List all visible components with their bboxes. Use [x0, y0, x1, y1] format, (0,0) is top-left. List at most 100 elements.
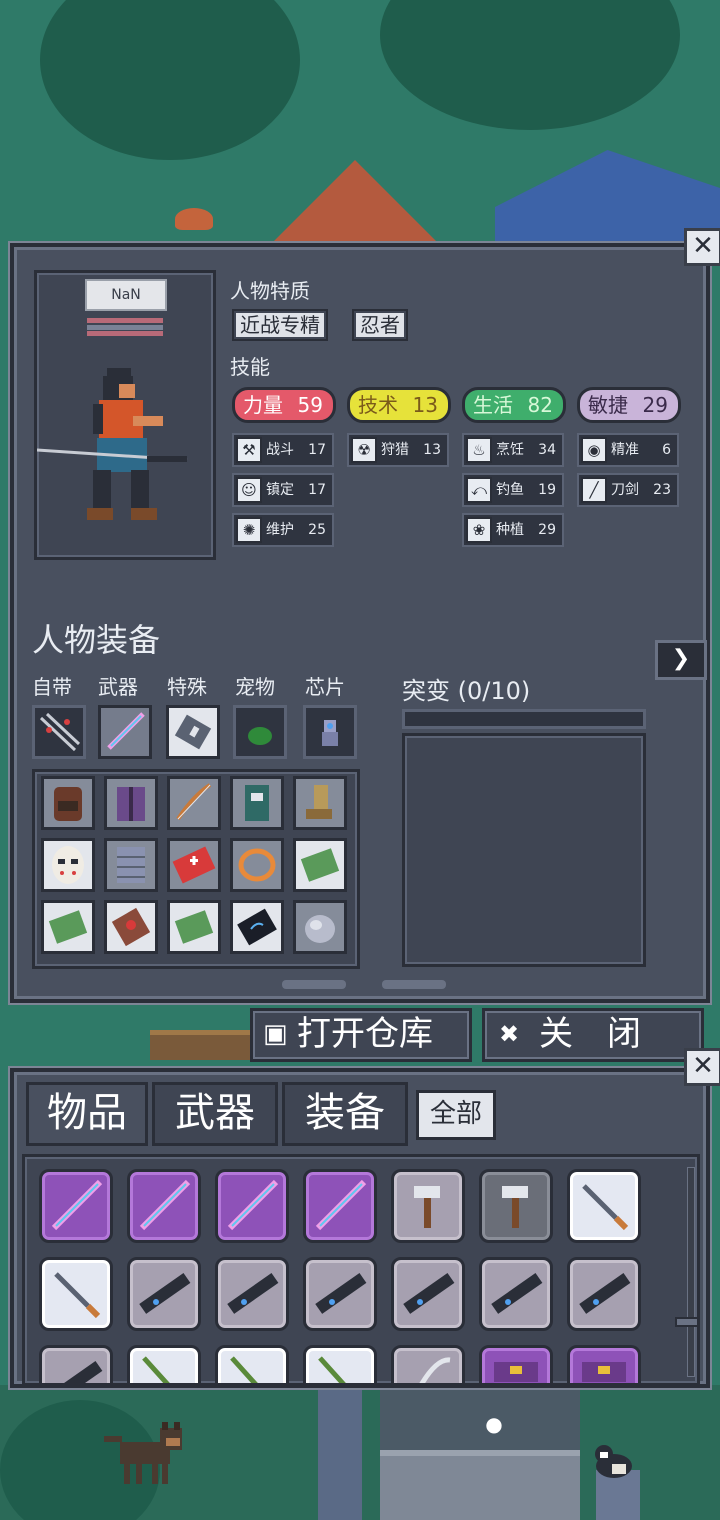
stat-value: 59: [297, 393, 323, 417]
skill-cooking[interactable]: ♨ 烹饪 34: [462, 433, 564, 467]
inventory-panel: 物品 武器 装备 全部: [10, 1068, 710, 1388]
book-slot[interactable]: [293, 838, 347, 892]
filter-all-button[interactable]: 全部: [416, 1090, 496, 1140]
dog-icon: [104, 1422, 182, 1484]
inventory-item[interactable]: [479, 1257, 553, 1331]
ring-slot[interactable]: [230, 838, 284, 892]
robot-chip-icon: [322, 720, 338, 746]
armor-icon: [245, 785, 269, 821]
inventory-item[interactable]: [479, 1345, 553, 1383]
inventory-item[interactable]: [303, 1345, 377, 1383]
mask-slot[interactable]: [41, 838, 95, 892]
close-character-panel-button[interactable]: ✕: [684, 228, 720, 266]
medkit-slot[interactable]: [167, 838, 221, 892]
plate-armor-slot[interactable]: [104, 838, 158, 892]
skill-maintenance[interactable]: ✺ 维护 25: [232, 513, 334, 547]
character-name-tag: NaN: [85, 279, 167, 311]
innate-slot[interactable]: [32, 705, 86, 759]
vest-icon: [117, 787, 145, 821]
mutation-progress-bar: [402, 709, 646, 729]
weapon-slot[interactable]: [98, 705, 152, 759]
energy-blade-icon: [139, 1179, 191, 1231]
skill-composure[interactable]: ☺ 镇定 17: [232, 473, 334, 507]
stat-agility[interactable]: 敏捷 29: [577, 387, 681, 423]
skill-value: 25: [308, 522, 326, 538]
medkit-icon: [172, 846, 216, 884]
inventory-scrollbar[interactable]: [687, 1167, 695, 1377]
boots-slot[interactable]: [293, 776, 347, 830]
armor-slot[interactable]: [230, 776, 284, 830]
page-indicator-active[interactable]: [282, 980, 346, 989]
skill-hunting[interactable]: ☢ 狩猎 13: [347, 433, 449, 467]
inventory-item[interactable]: [39, 1169, 113, 1243]
mutation-box: [402, 733, 646, 967]
gloves-slot[interactable]: [293, 900, 347, 954]
chest-icon: [494, 1362, 538, 1382]
skill-precision[interactable]: ◉ 精准 6: [577, 433, 679, 467]
trait-tag[interactable]: 近战专精: [232, 309, 328, 341]
inventory-item[interactable]: [567, 1345, 641, 1383]
stat-value: 82: [527, 393, 553, 417]
skill-value: 13: [423, 442, 441, 458]
skill-planting[interactable]: ❀ 种植 29: [462, 513, 564, 547]
traits-label: 人物特质: [230, 279, 310, 303]
inventory-item[interactable]: [567, 1257, 641, 1331]
skill-combat[interactable]: ⚒ 战斗 17: [232, 433, 334, 467]
dark-book-icon: [237, 908, 277, 946]
inventory-item[interactable]: [127, 1169, 201, 1243]
inventory-item[interactable]: [391, 1169, 465, 1243]
inventory-item[interactable]: [127, 1345, 201, 1383]
pet-slot[interactable]: [233, 705, 287, 759]
stat-label: 生活: [473, 393, 513, 417]
inventory-item[interactable]: [127, 1257, 201, 1331]
skill-fishing[interactable]: ⤺ 钓鱼 19: [462, 473, 564, 507]
backpack-slot[interactable]: [41, 776, 95, 830]
skill-blade[interactable]: ╱ 刀剑 23: [577, 473, 679, 507]
location-pin-icon[interactable]: ●: [485, 1412, 503, 1436]
radiation-icon: ☢: [351, 437, 377, 463]
rifle-icon: [403, 1273, 455, 1314]
close-inventory-panel-button[interactable]: ✕: [684, 1048, 720, 1086]
tab-equipment[interactable]: 装备: [282, 1082, 408, 1146]
trait-tag[interactable]: 忍者: [352, 309, 408, 341]
inventory-item[interactable]: [303, 1257, 377, 1331]
inventory-item[interactable]: [303, 1169, 377, 1243]
book-slot[interactable]: [167, 900, 221, 954]
slot-label-special: 特殊: [167, 675, 207, 699]
stat-technique[interactable]: 技术 13: [347, 387, 451, 423]
stat-strength[interactable]: 力量 59: [232, 387, 336, 423]
inventory-item[interactable]: [39, 1257, 113, 1331]
vest-slot[interactable]: [104, 776, 158, 830]
tab-weapons[interactable]: 武器: [152, 1082, 278, 1146]
open-storage-button[interactable]: ▣ 打开仓库: [250, 1008, 472, 1062]
inventory-item[interactable]: [215, 1345, 289, 1383]
tome-slot[interactable]: [104, 900, 158, 954]
close-button[interactable]: ✖ 关 闭: [482, 1008, 704, 1062]
special-slot[interactable]: [166, 705, 220, 759]
eye-icon: ◉: [581, 437, 607, 463]
inventory-item[interactable]: [39, 1345, 113, 1383]
skill-name: 钓鱼: [496, 482, 524, 498]
inventory-item[interactable]: [215, 1169, 289, 1243]
inventory-item[interactable]: [479, 1169, 553, 1243]
tab-items[interactable]: 物品: [26, 1082, 148, 1146]
stat-life[interactable]: 生活 82: [462, 387, 566, 423]
gloves-icon: [305, 915, 335, 943]
inventory-item[interactable]: [391, 1345, 465, 1383]
cooking-pot-icon: ♨: [466, 437, 492, 463]
hammer-icon: [502, 1186, 528, 1228]
chip-slot[interactable]: [303, 705, 357, 759]
blade-icon: ╱: [581, 477, 607, 503]
inventory-item[interactable]: [215, 1257, 289, 1331]
inventory-item[interactable]: [567, 1169, 641, 1243]
page-indicator[interactable]: [382, 980, 446, 989]
next-page-arrow-icon[interactable]: ❯: [655, 640, 707, 680]
bow-slot[interactable]: [167, 776, 221, 830]
stat-label: 敏捷: [588, 393, 628, 417]
inventory-item[interactable]: [391, 1257, 465, 1331]
energy-blade-icon: [51, 1179, 103, 1231]
red-tome-icon: [111, 907, 151, 947]
book-slot[interactable]: [41, 900, 95, 954]
dark-book-slot[interactable]: [230, 900, 284, 954]
inventory-scroll-thumb[interactable]: [675, 1317, 697, 1327]
